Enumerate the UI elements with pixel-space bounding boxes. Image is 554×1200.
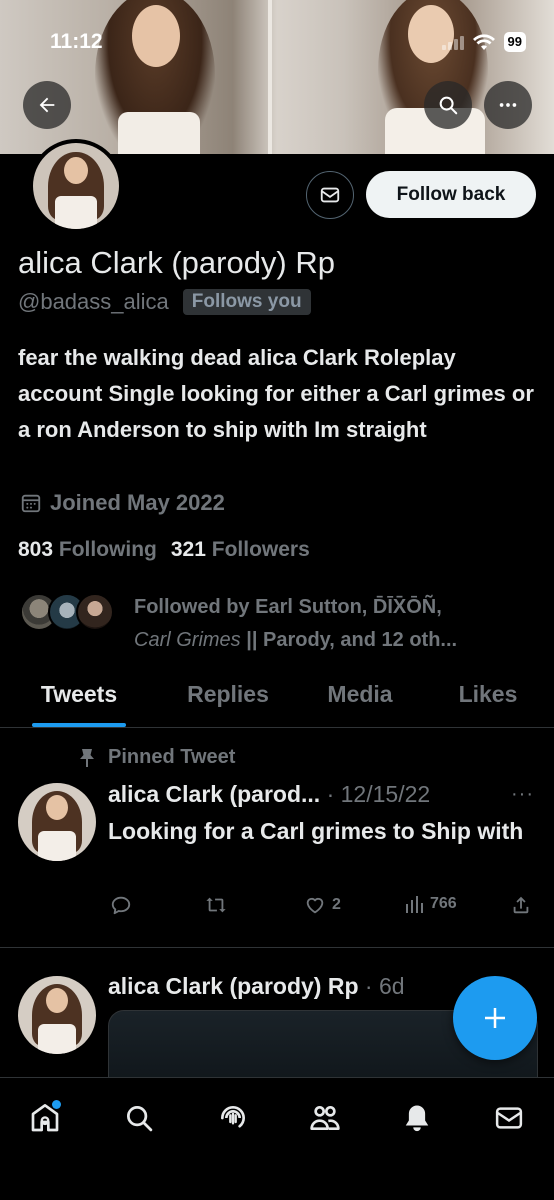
profile-banner[interactable] — [0, 0, 554, 154]
display-name: alica Clark (parody) Rp — [18, 245, 335, 280]
tweet-header: alica Clark (parod... · 12/15/22 — [108, 781, 430, 808]
retweet-icon — [206, 897, 226, 913]
reply-button[interactable] — [110, 894, 132, 916]
more-options-button[interactable] — [484, 81, 532, 129]
pin-icon — [80, 748, 94, 767]
share-button[interactable] — [510, 894, 532, 916]
notifications-icon — [405, 1105, 429, 1132]
followers-count: 321 — [170, 538, 206, 561]
battery-indicator: 99 — [503, 32, 526, 52]
profile-bio: fear the walking dead alica Clark Rolepl… — [18, 345, 534, 442]
tweet-header: alica Clark (parody) Rp · 6d — [108, 973, 405, 1000]
tab-media[interactable]: Media — [298, 668, 422, 727]
status-time: 11:12 — [50, 30, 103, 53]
wifi-icon — [472, 34, 495, 50]
nav-search[interactable] — [117, 1096, 161, 1140]
follower-avatar — [76, 593, 114, 631]
nav-messages[interactable] — [487, 1096, 531, 1140]
spaces-icon — [221, 1106, 246, 1128]
nav-spaces[interactable] — [211, 1096, 255, 1140]
calendar-icon — [21, 494, 41, 513]
signal-icon — [441, 34, 464, 50]
follows-you-badge: Follows you — [182, 289, 311, 315]
tweet-actions: 2 766 — [108, 894, 538, 922]
followed-by-text: Followed by Earl Sutton, D̄ĪX̄ŌÑ, Carl G… — [134, 596, 458, 651]
tweet-author-name[interactable]: alica Clark (parody) Rp — [108, 973, 359, 999]
search-icon — [439, 96, 458, 115]
profile-tabs: Tweets Replies Media Likes — [0, 668, 554, 728]
heart-icon — [306, 897, 324, 914]
back-button[interactable] — [23, 81, 71, 129]
compose-tweet-button[interactable] — [453, 976, 537, 1060]
tweet-author-avatar[interactable] — [18, 976, 96, 1054]
handle-row: @badass_alica Follows you — [18, 289, 311, 315]
tweet-author-avatar[interactable] — [18, 783, 96, 861]
tweet-divider — [0, 947, 554, 948]
like-count: 2 — [332, 896, 341, 913]
profile-avatar[interactable] — [29, 139, 123, 233]
search-button[interactable] — [424, 81, 472, 129]
retweet-button[interactable] — [204, 894, 228, 916]
notification-dot — [52, 1100, 61, 1109]
nav-home[interactable] — [23, 1096, 67, 1140]
tweet-more-button[interactable]: ··· — [511, 783, 534, 806]
following-label: Following — [58, 538, 157, 561]
search-icon — [127, 1106, 153, 1132]
user-handle: @badass_alica — [18, 289, 169, 314]
more-icon — [499, 103, 517, 107]
active-tab-indicator — [32, 723, 126, 727]
view-count: 766 — [430, 895, 457, 912]
joined-text: Joined May 2022 — [50, 490, 225, 515]
share-icon — [513, 896, 529, 914]
status-icons: 99 — [441, 32, 526, 52]
followers-link[interactable]: 321 Followers — [171, 538, 310, 562]
envelope-icon — [320, 187, 340, 203]
communities-icon — [310, 1106, 340, 1130]
arrow-left-icon — [39, 97, 55, 113]
joined-date: Joined May 2022 — [20, 490, 225, 516]
followed-by-row[interactable]: Followed by Earl Sutton, D̄ĪX̄ŌÑ, Carl G… — [20, 593, 457, 657]
tweet-text: Looking for a Carl grimes to Ship with — [108, 818, 524, 844]
followers-label: Followers — [211, 538, 310, 561]
tab-tweets[interactable]: Tweets — [0, 668, 158, 727]
pinned-tweet-label: Pinned Tweet — [78, 746, 235, 769]
tweet-date: · 12/15/22 — [320, 781, 431, 807]
nav-notifications[interactable] — [395, 1096, 439, 1140]
tab-replies[interactable]: Replies — [158, 668, 298, 727]
following-count: 803 — [18, 538, 54, 561]
views-icon — [406, 896, 423, 913]
tab-likes[interactable]: Likes — [422, 668, 554, 727]
tweet-date: · 6d — [358, 973, 405, 999]
follow-back-button[interactable]: Follow back — [366, 171, 536, 218]
tweet-author-name[interactable]: alica Clark (parod... — [108, 781, 320, 807]
follow-stats: 803 Following 321 Followers — [18, 538, 310, 562]
plus-icon — [485, 1008, 505, 1028]
nav-communities[interactable] — [303, 1096, 347, 1140]
messages-icon — [495, 1107, 523, 1129]
views-button[interactable]: 766 — [404, 894, 457, 914]
like-button[interactable]: 2 — [304, 894, 341, 916]
message-button[interactable] — [306, 171, 354, 219]
reply-icon — [111, 896, 131, 915]
following-link[interactable]: 803 Following — [18, 538, 157, 562]
bottom-nav — [0, 1077, 554, 1200]
